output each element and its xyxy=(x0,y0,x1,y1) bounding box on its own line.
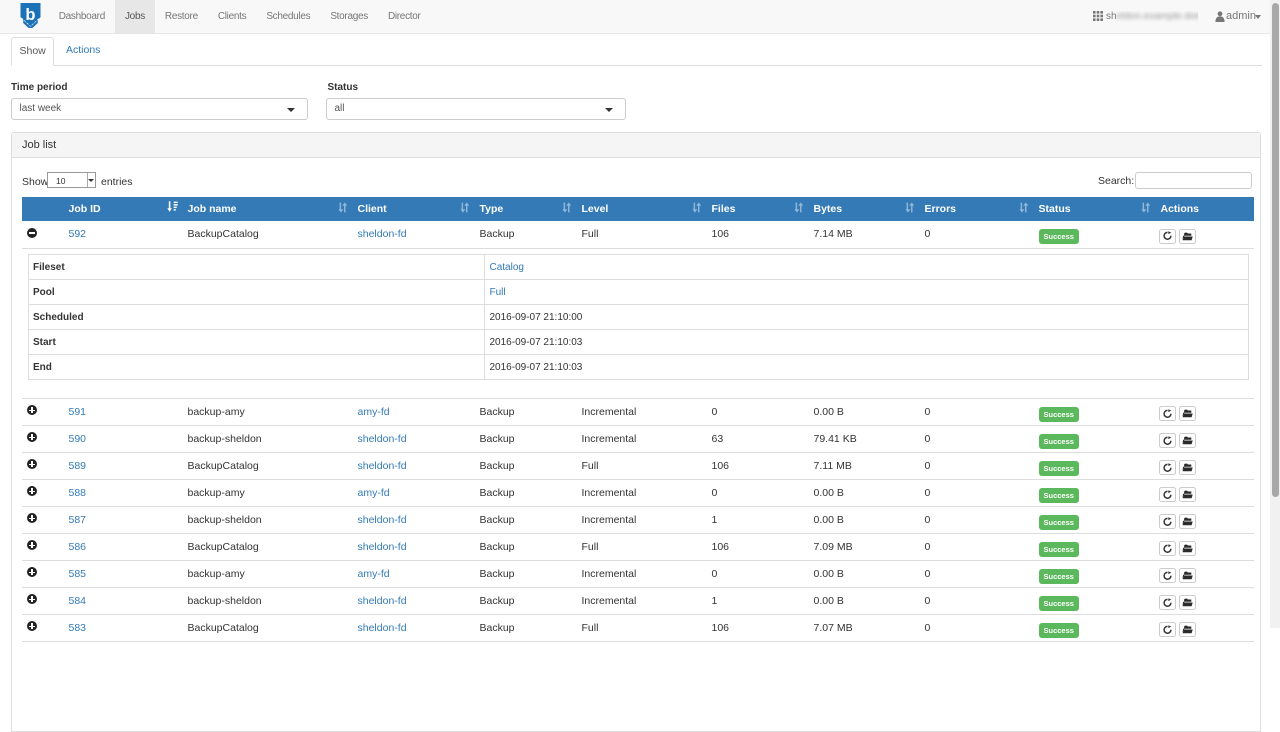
svg-text:b: b xyxy=(25,6,35,24)
